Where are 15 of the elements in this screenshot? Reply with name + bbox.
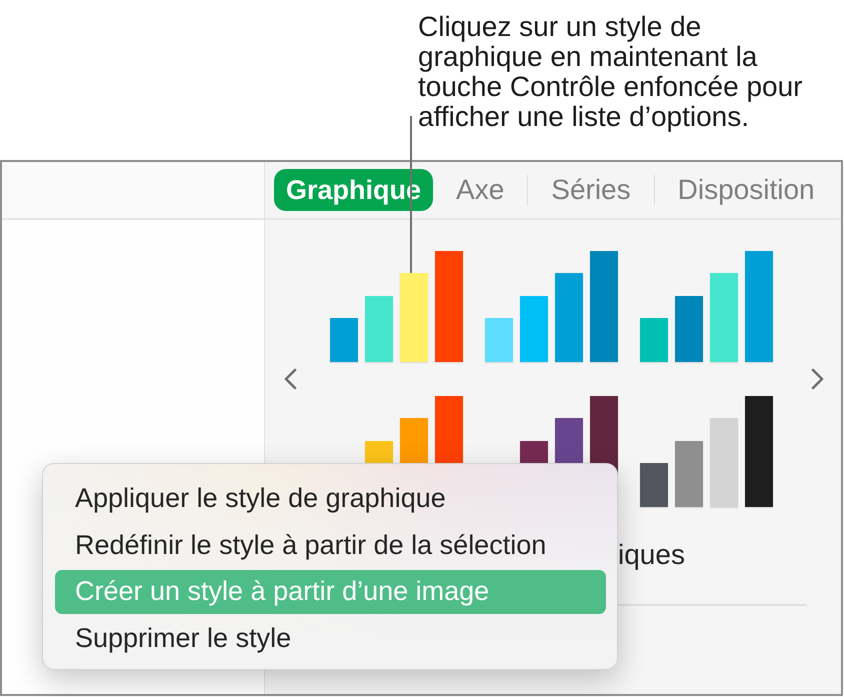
callout-text: Cliquez sur un style de graphique en maintenant la touche Contrôle enfoncée pour afficher une liste d’options. — [418, 12, 802, 132]
menu-item[interactable]: Redéfinir le style à partir de la sélection — [55, 522, 606, 568]
menu-item[interactable]: Créer un style à partir d’une image — [55, 570, 606, 614]
previous-button[interactable] — [283, 368, 297, 390]
menu-item[interactable]: Appliquer le style de graphique — [55, 476, 606, 521]
chart-style-preset[interactable] — [640, 396, 773, 507]
tab[interactable]: Graphique — [274, 169, 434, 211]
tab[interactable]: Séries — [539, 169, 643, 211]
menu-item[interactable]: Supprimer le style — [55, 616, 606, 661]
next-button[interactable] — [811, 368, 825, 390]
chevron-right-icon — [811, 368, 825, 390]
tab[interactable]: Disposition — [666, 169, 827, 211]
section-label: iques — [618, 539, 685, 570]
tab[interactable]: Axe — [444, 169, 516, 211]
chevron-left-icon — [283, 368, 297, 390]
